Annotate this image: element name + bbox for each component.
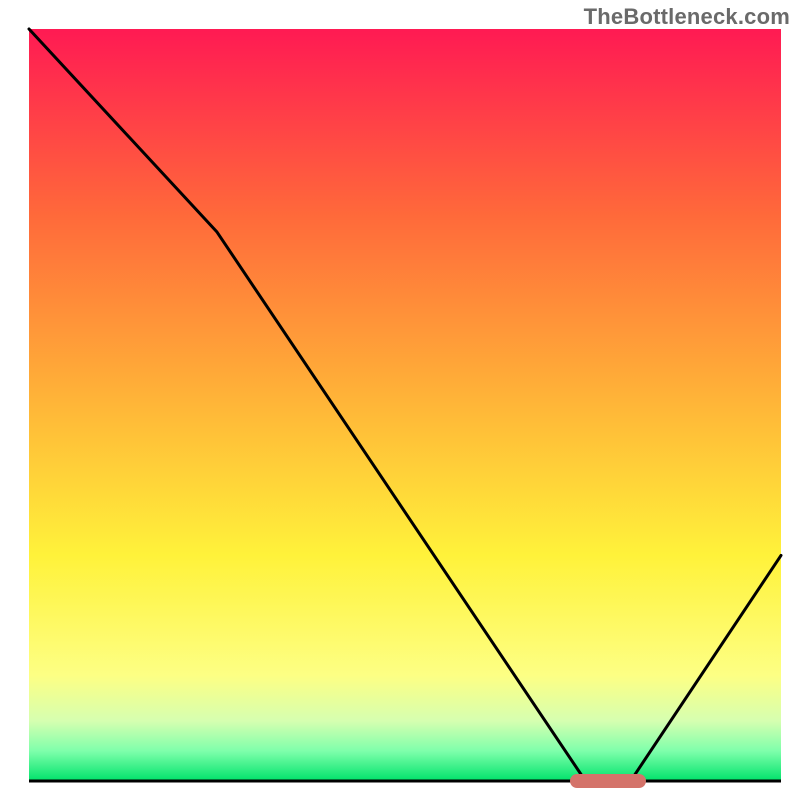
plot-svg: [0, 0, 800, 800]
optimal-range-marker: [570, 774, 645, 788]
chart-canvas: TheBottleneck.com: [0, 0, 800, 800]
plot-background: [29, 29, 781, 781]
watermark-text: TheBottleneck.com: [584, 4, 790, 30]
